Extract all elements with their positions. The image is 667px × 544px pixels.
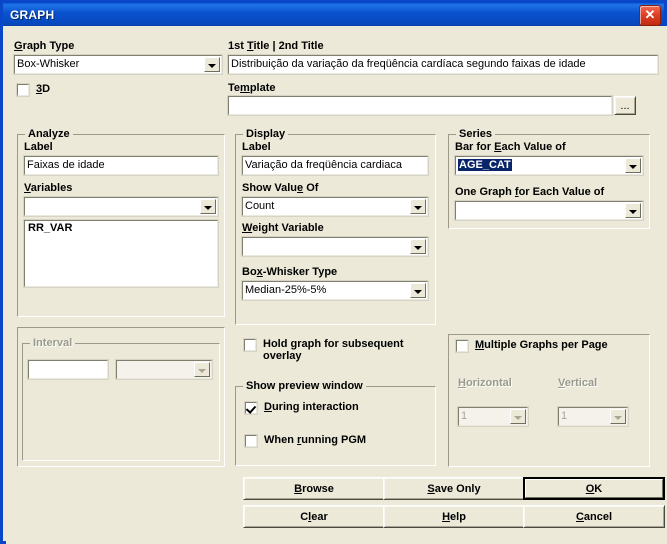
weight-variable-caption: Weight Variable xyxy=(242,222,324,234)
during-interaction-checkbox-box[interactable] xyxy=(244,401,258,415)
chevron-down-icon[interactable] xyxy=(410,283,426,298)
template-browse-button[interactable]: ... xyxy=(614,96,636,115)
analyze-variables-listbox[interactable]: RR_VAR xyxy=(23,219,219,288)
save-only-button-label: Save Only xyxy=(427,482,481,495)
chevron-down-icon[interactable] xyxy=(410,239,426,254)
template-label: Template xyxy=(228,82,276,94)
show-value-of-combo[interactable]: Count xyxy=(241,196,429,217)
clear-button[interactable]: Clear xyxy=(243,505,385,528)
analyze-variables-combo[interactable] xyxy=(23,196,219,217)
hold-graph-checkbox[interactable]: Hold graph for subsequent overlay xyxy=(243,338,424,362)
close-icon[interactable]: ✕ xyxy=(639,5,661,26)
series-group-title: Series xyxy=(456,128,496,140)
window-title: GRAPH xyxy=(10,7,55,22)
chevron-down-icon[interactable] xyxy=(510,409,526,424)
three-d-label: 3D xyxy=(36,83,51,95)
browse-button-label: Browse xyxy=(294,482,334,495)
when-running-pgm-checkbox[interactable]: When running PGM xyxy=(244,434,367,448)
display-group-title: Display xyxy=(243,128,289,140)
graph-dialog-window: GRAPH ✕ Graph Type Box-Whisker 3D 1st Ti… xyxy=(0,0,667,544)
help-button[interactable]: Help xyxy=(383,505,525,528)
template-input[interactable] xyxy=(227,95,613,116)
multiple-graphs-checkbox[interactable]: Multiple Graphs per Page xyxy=(455,339,608,353)
weight-variable-combo[interactable] xyxy=(241,236,429,257)
show-value-of-value: Count xyxy=(245,200,275,212)
chevron-down-icon[interactable] xyxy=(200,199,216,214)
analyze-label-input[interactable]: Faixas de idade xyxy=(23,155,219,176)
interval-group-title: Interval xyxy=(30,337,76,349)
hold-graph-label: Hold graph for subsequent overlay xyxy=(263,338,404,362)
cancel-button-label: Cancel xyxy=(575,510,613,523)
interval-value-input[interactable] xyxy=(27,359,109,380)
analyze-label-caption: Label xyxy=(24,141,53,153)
multiple-graphs-checkbox-box[interactable] xyxy=(455,339,469,353)
cancel-button[interactable]: Cancel xyxy=(523,505,665,528)
hold-graph-label-line2: overlay xyxy=(263,350,302,362)
analyze-group-title: Analyze xyxy=(25,128,73,140)
chevron-down-icon[interactable] xyxy=(410,199,426,214)
title-bar[interactable]: GRAPH ✕ xyxy=(3,3,664,26)
vertical-combo[interactable]: 1 xyxy=(557,406,629,427)
multiple-graphs-label: Multiple Graphs per Page xyxy=(475,339,608,351)
graph-type-label: Graph Type xyxy=(14,40,75,52)
display-label-input[interactable]: Variação da freqüência cardiaca xyxy=(241,155,429,176)
save-only-button[interactable]: Save Only xyxy=(383,477,525,500)
chevron-down-icon[interactable] xyxy=(194,362,210,377)
ok-button[interactable]: OK xyxy=(523,477,665,500)
horizontal-combo[interactable]: 1 xyxy=(457,406,529,427)
multiple-graphs-group xyxy=(448,334,650,467)
graph-type-combo[interactable]: Box-Whisker xyxy=(13,54,223,75)
box-whisker-type-caption: Box-Whisker Type xyxy=(242,266,338,278)
preview-group: Show preview window xyxy=(235,380,436,466)
interval-unit-combo[interactable] xyxy=(115,359,213,380)
display-label-caption: Label xyxy=(242,141,271,153)
browse-button[interactable]: Browse xyxy=(243,477,385,500)
hold-graph-checkbox-box[interactable] xyxy=(243,338,257,352)
preview-group-title: Show preview window xyxy=(243,380,366,392)
analyze-variables-caption: Variables xyxy=(24,182,73,194)
ok-button-label: OK xyxy=(525,479,663,498)
list-item[interactable]: RR_VAR xyxy=(25,221,217,235)
during-interaction-label: During interaction xyxy=(264,401,359,413)
one-graph-for-each-value-caption: One Graph for Each Value of xyxy=(455,186,605,198)
titles-label: 1st Title | 2nd Title xyxy=(228,40,324,52)
help-button-label: Help xyxy=(442,510,466,523)
vertical-label: Vertical xyxy=(558,377,598,389)
bar-for-each-value-value: AGE_CAT xyxy=(458,159,512,171)
graph-type-value: Box-Whisker xyxy=(17,58,80,70)
one-graph-for-each-value-combo[interactable] xyxy=(454,200,644,221)
when-running-pgm-label: When running PGM xyxy=(264,434,367,446)
vertical-value: 1 xyxy=(561,410,568,422)
chevron-down-icon[interactable] xyxy=(204,57,220,72)
bar-for-each-value-combo[interactable]: AGE_CAT xyxy=(454,155,644,176)
titles-input[interactable]: Distribuição da variação da freqüência c… xyxy=(227,54,659,75)
during-interaction-checkbox[interactable]: During interaction xyxy=(244,401,359,415)
dialog-client-area: Graph Type Box-Whisker 3D 1st Title | 2n… xyxy=(6,26,667,544)
three-d-checkbox-box[interactable] xyxy=(16,83,30,97)
when-running-pgm-checkbox-box[interactable] xyxy=(244,434,258,448)
hold-graph-label-line1: Hold graph for subsequent xyxy=(263,338,404,350)
horizontal-label: Horizontal xyxy=(458,377,512,389)
show-value-of-caption: Show Value Of xyxy=(242,182,319,194)
chevron-down-icon[interactable] xyxy=(625,158,641,173)
clear-button-label: Clear xyxy=(300,510,328,523)
bar-for-each-value-caption: Bar for Each Value of xyxy=(455,141,566,153)
box-whisker-type-combo[interactable]: Median-25%-5% xyxy=(241,280,429,301)
chevron-down-icon[interactable] xyxy=(610,409,626,424)
chevron-down-icon[interactable] xyxy=(625,203,641,218)
three-d-checkbox[interactable]: 3D xyxy=(16,83,51,97)
box-whisker-type-value: Median-25%-5% xyxy=(245,284,327,296)
horizontal-value: 1 xyxy=(461,410,468,422)
